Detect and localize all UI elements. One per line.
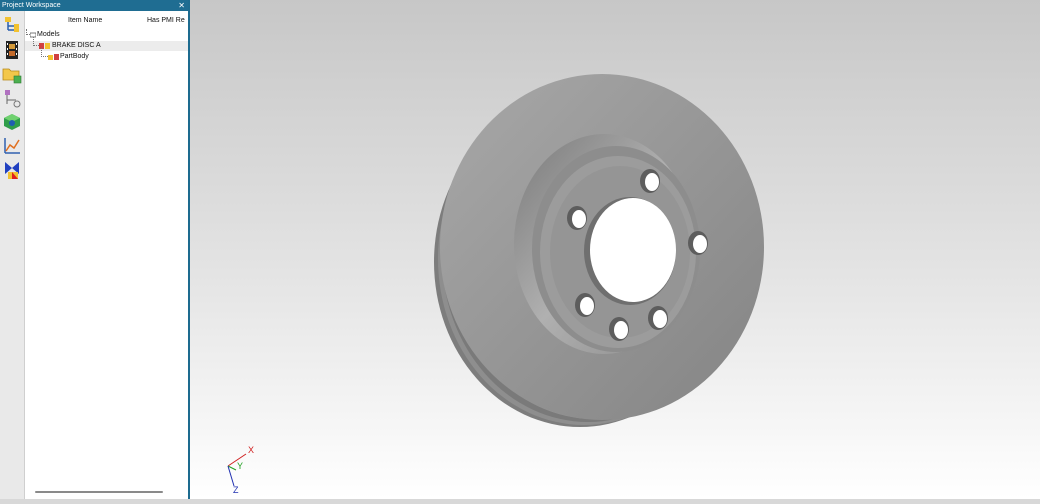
tree-node-partbody[interactable]: PartBody <box>25 48 188 62</box>
tree-label: BRAKE DISC A <box>52 42 101 49</box>
panel-titlebar: Project Workspace ✕ <box>0 0 188 11</box>
component-cube-icon[interactable] <box>2 112 22 132</box>
column-header-has-pmi[interactable]: Has PMI Re <box>147 17 185 24</box>
horizontal-scrollbar[interactable] <box>35 491 163 493</box>
tree-node-models[interactable]: Models <box>25 29 188 40</box>
viewport-canvas: X Y Z <box>227 74 764 495</box>
project-workspace-panel: Project Workspace ✕ Item Name Has PMI Re… <box>0 0 190 499</box>
triad-x-label: X <box>248 445 254 455</box>
column-header-item-name[interactable]: Item Name <box>68 17 102 24</box>
part-body-icon <box>48 54 59 60</box>
workspace-toolbar <box>0 11 25 499</box>
tree-label: PartBody <box>60 53 89 60</box>
panel-title: Project Workspace <box>2 2 61 9</box>
coordinate-graph-icon[interactable] <box>2 136 22 156</box>
workspace-tree-icon[interactable] <box>2 15 22 35</box>
model-tree: Item Name Has PMI Re Models BRAKE DISC A… <box>25 11 188 499</box>
tree-label: Models <box>37 31 60 38</box>
3d-viewport[interactable]: X Y Z <box>190 0 1040 499</box>
axis-triad: X Y Z <box>227 445 254 495</box>
flag-pmi-icon[interactable] <box>2 160 22 180</box>
hierarchy-icon[interactable] <box>2 88 22 108</box>
film-strip-icon[interactable] <box>2 40 22 60</box>
tree-node-brake-disc[interactable]: BRAKE DISC A <box>25 37 188 51</box>
triad-y-label: Y <box>237 461 243 471</box>
folder-add-icon[interactable] <box>2 64 22 84</box>
triad-z-label: Z <box>233 485 239 495</box>
close-icon[interactable]: ✕ <box>178 0 185 11</box>
brake-disc-model[interactable] <box>434 74 764 427</box>
